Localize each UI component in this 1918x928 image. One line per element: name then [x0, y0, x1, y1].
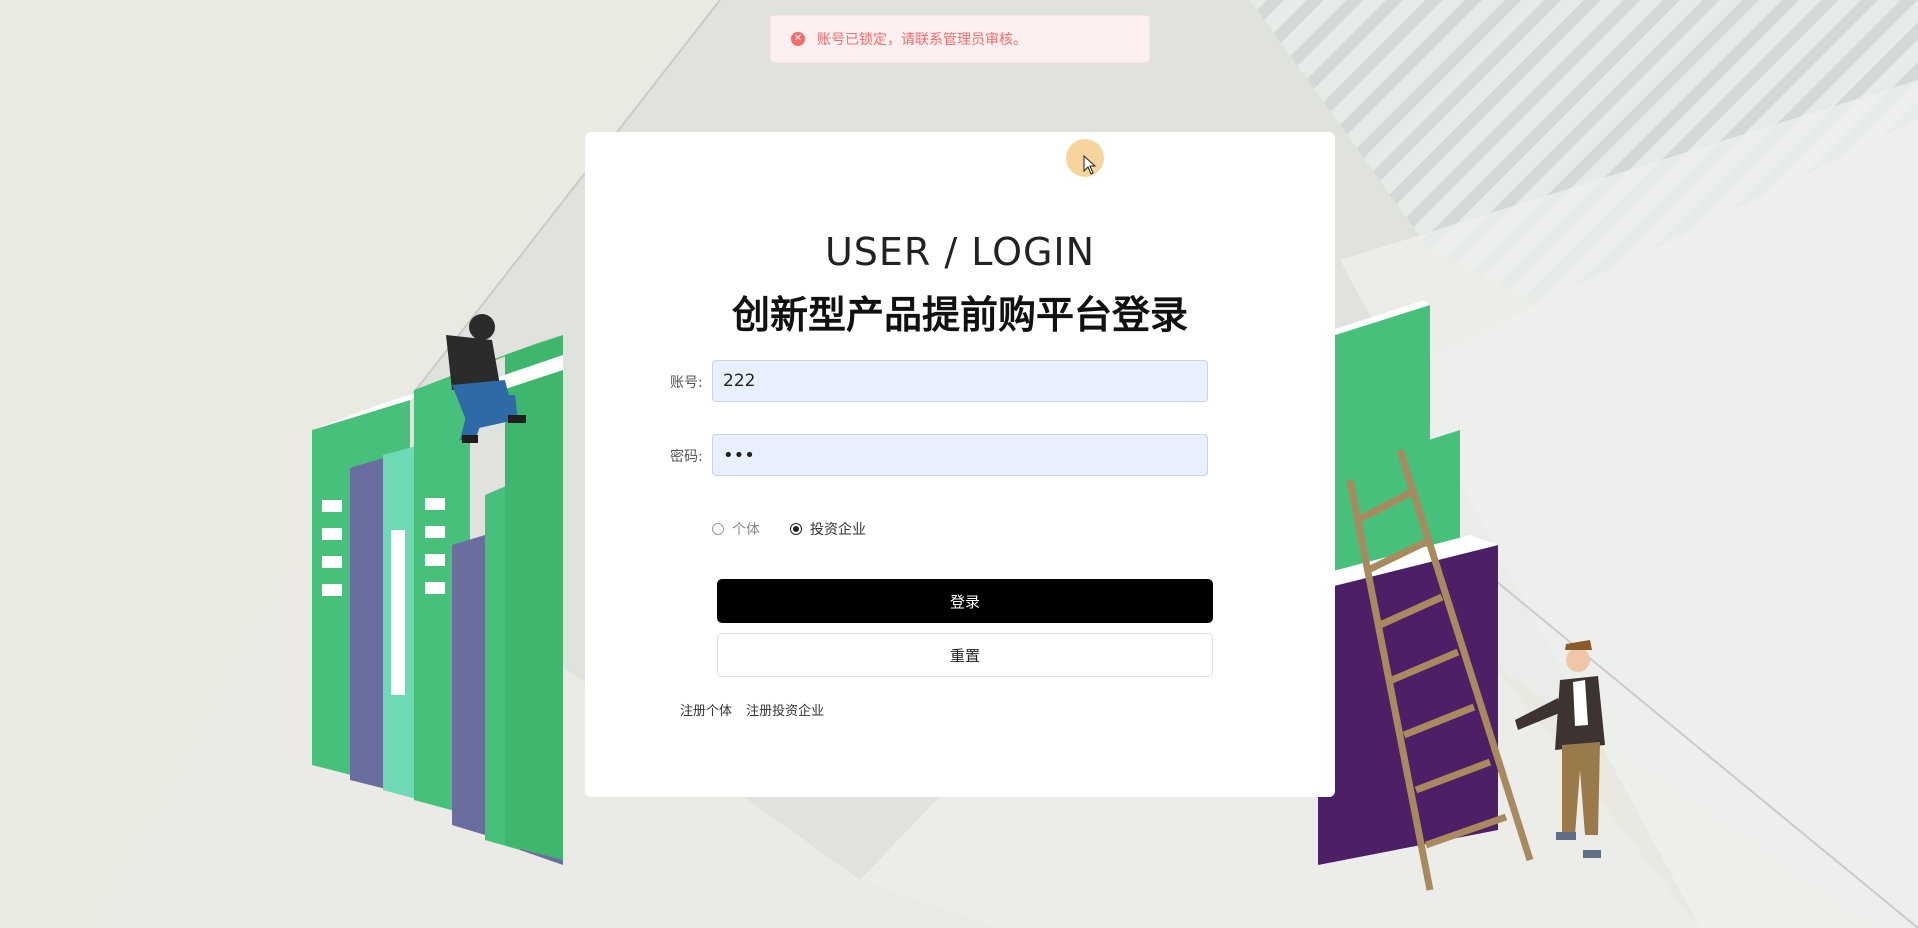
- toast-message: 账号已锁定，请联系管理员审核。: [817, 32, 1027, 48]
- login-title-en: USER / LOGIN: [824, 230, 1096, 274]
- role-individual-label: 个体: [732, 522, 760, 538]
- error-circle-icon: ✕: [791, 32, 805, 46]
- register-enterprise-link[interactable]: 注册投资企业: [746, 704, 824, 719]
- role-enterprise-label: 投资企业: [810, 522, 866, 538]
- login-title-cn: 创新型产品提前购平台登录: [731, 293, 1188, 337]
- role-individual-radio[interactable]: 个体: [712, 519, 760, 539]
- radio-unchecked-icon: [712, 523, 724, 535]
- login-card: USER / LOGIN 创新型产品提前购平台登录 账号: 密码: 个体 投资企…: [585, 132, 1335, 797]
- account-input[interactable]: [712, 360, 1208, 402]
- role-radio-group: 个体 投资企业: [712, 519, 896, 539]
- password-label: 密码:: [670, 449, 703, 465]
- password-input[interactable]: [712, 434, 1208, 476]
- mouse-pointer-icon: [1083, 155, 1097, 175]
- login-button[interactable]: 登录: [717, 579, 1213, 623]
- register-links: 注册个体 注册投资企业: [680, 700, 834, 719]
- error-toast: ✕ 账号已锁定，请联系管理员审核。: [770, 15, 1150, 63]
- register-individual-link[interactable]: 注册个体: [680, 704, 732, 719]
- radio-checked-icon: [790, 523, 802, 535]
- login-page: ✕ 账号已锁定，请联系管理员审核。 USER / LOGIN 创新型产品提前购平…: [0, 0, 1918, 928]
- reset-button[interactable]: 重置: [717, 633, 1213, 677]
- role-enterprise-radio[interactable]: 投资企业: [790, 519, 866, 539]
- account-label: 账号:: [670, 375, 703, 391]
